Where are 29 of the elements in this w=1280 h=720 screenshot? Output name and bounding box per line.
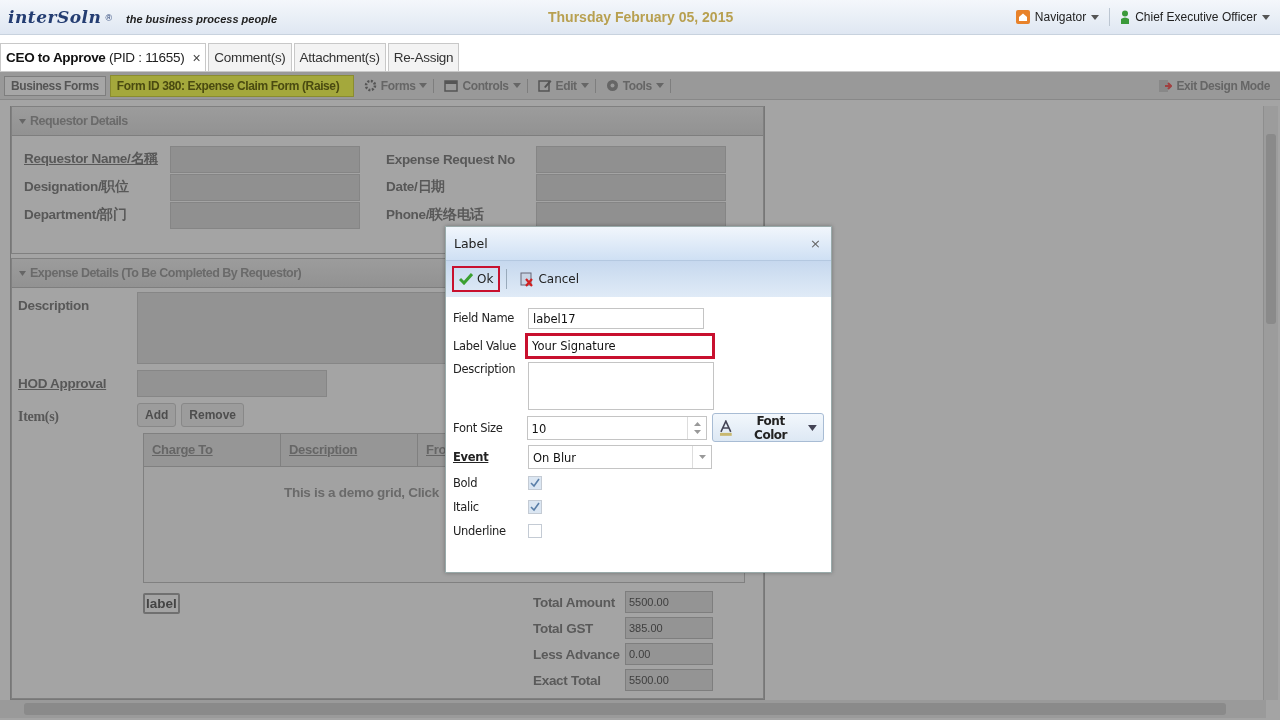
total-field: 5500.00 xyxy=(625,669,713,691)
total-field: 385.00 xyxy=(625,617,713,639)
field-label: Description xyxy=(18,297,90,315)
total-field: 0.00 xyxy=(625,643,713,665)
field-label: Italic xyxy=(453,499,480,514)
field-label: Field Name xyxy=(453,311,516,325)
field-label: Date/日期 xyxy=(386,178,446,196)
total-field: 5500.00 xyxy=(625,591,713,613)
field-label: Phone/联络电话 xyxy=(386,206,485,224)
grid-message: This is a demo grid, Click xyxy=(284,485,440,500)
total-label: Total Amount xyxy=(533,594,616,610)
field-label: Underline xyxy=(453,523,507,538)
field-label: Department/部门 xyxy=(24,206,128,224)
field-label: Item(s) xyxy=(18,408,60,426)
field-label: Expense Request No xyxy=(386,151,516,167)
registered-mark: ® xyxy=(105,13,113,23)
field-label: Description xyxy=(453,362,517,376)
total-label: Exact Total xyxy=(533,672,602,688)
logo: interSoln xyxy=(8,7,102,27)
tagline: the business process people xyxy=(126,13,278,25)
form-title: Form ID 380: Expense Claim Form (Raise) xyxy=(109,74,354,97)
field-label: Designation/职位 xyxy=(24,178,130,196)
field-label: Font Size xyxy=(453,420,504,435)
field-label: Label Value xyxy=(453,339,517,353)
total-label: Total GST xyxy=(533,620,595,636)
field-label: Bold xyxy=(453,475,479,490)
dialog-title: Label xyxy=(454,236,488,251)
date-text: Thursday February 05, 2015 xyxy=(548,9,735,25)
total-label: Less Advance xyxy=(533,646,621,662)
